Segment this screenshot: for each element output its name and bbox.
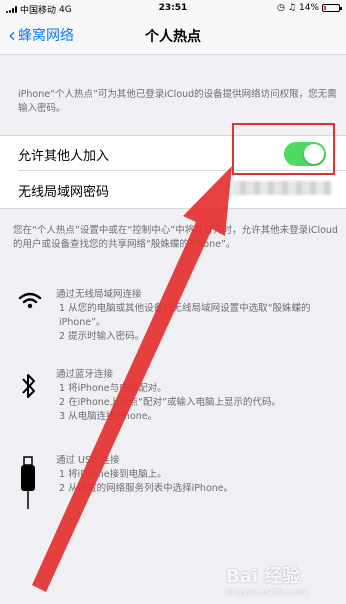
annotation-arrow — [32, 166, 232, 592]
watermark-sub: jingyan.baidu.com — [226, 588, 310, 598]
watermark-text: Bai 经验 — [226, 566, 301, 587]
watermark: Bai 经验 jingyan.baidu.com — [226, 562, 309, 598]
